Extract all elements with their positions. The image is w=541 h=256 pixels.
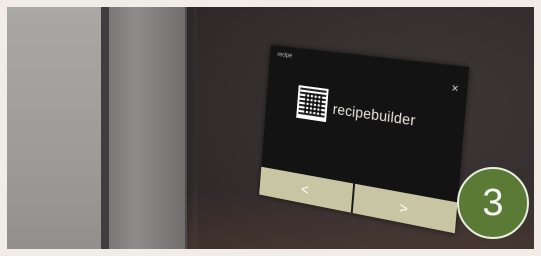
step-number-badge: 3 (457, 167, 529, 239)
brand-logo-text: recipebuilder (332, 100, 417, 129)
chevron-left-icon: < (300, 180, 310, 198)
photo-frame: recipe × recipebuilder < > 3 (0, 0, 541, 256)
qr-caption (298, 120, 330, 125)
pillar (109, 7, 187, 249)
left-wall-panel (7, 7, 103, 249)
screen-nav-bar: < > (259, 166, 458, 234)
prev-button[interactable]: < (259, 166, 356, 214)
chevron-right-icon: > (398, 198, 409, 218)
screen-header: recipe (277, 51, 293, 60)
qr-code-icon (296, 85, 329, 123)
display-screen: recipe × recipebuilder < > (259, 45, 470, 234)
close-icon[interactable]: × (451, 82, 459, 96)
door-edge (101, 7, 109, 249)
badge-number: 3 (482, 181, 504, 224)
